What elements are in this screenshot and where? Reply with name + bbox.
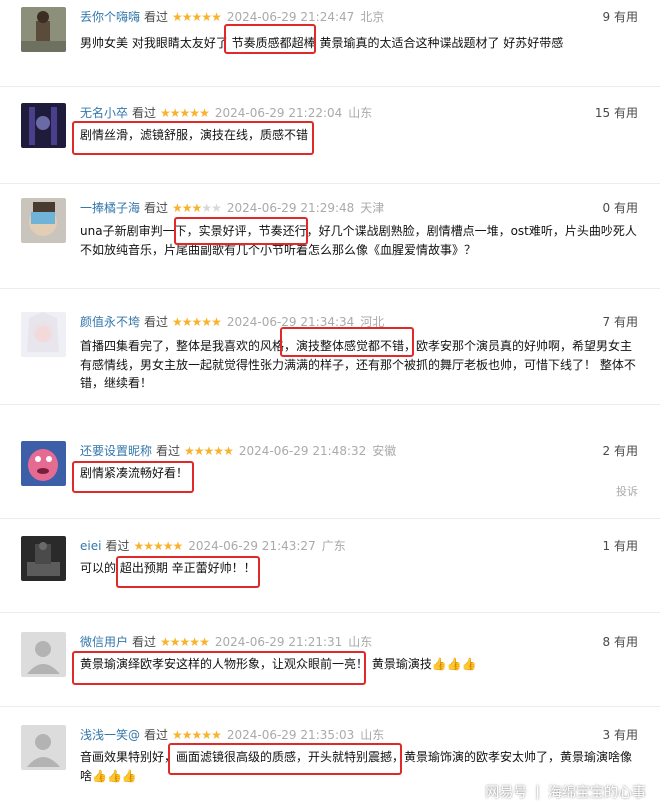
timestamp: 2024-06-29 21:43:27 xyxy=(188,539,316,553)
review-text: 首播四集看完了，整体是我喜欢的风格，演技整体感觉都不错，欧孝安那个演员真的好帅啊… xyxy=(80,339,636,390)
review-item: 一捧橘子海 看过 ★★★★★ 2024-06-29 21:29:48 天津 0 有用 u… xyxy=(0,198,660,278)
timestamp: 2024-06-29 21:35:03 xyxy=(226,728,355,742)
useful-vote-button[interactable]: 7 有用 xyxy=(603,312,638,332)
star-rating: ★★★★★ xyxy=(160,635,210,649)
useful-vote-button[interactable]: 15 有用 xyxy=(595,103,638,123)
watched-label: 看过 xyxy=(144,201,169,215)
review-text: 可以的 超出预期 辛正蕾好帅！！ xyxy=(80,561,256,575)
location: 天津 xyxy=(360,201,385,215)
avatar[interactable] xyxy=(21,312,66,357)
username-link[interactable]: 颜值永不垮 xyxy=(80,315,140,329)
review-item: 颜值永不垮 看过 ★★★★★ 2024-06-29 21:34:34 河北 7 有用 首… xyxy=(0,312,660,392)
avatar[interactable] xyxy=(21,103,66,148)
star-rating: ★★★★★ xyxy=(133,539,183,553)
timestamp: 2024-06-29 21:22:04 xyxy=(214,106,343,120)
useful-vote-button[interactable]: 8 有用 xyxy=(603,632,638,652)
avatar[interactable] xyxy=(21,725,66,770)
location: 山东 xyxy=(360,728,385,742)
username-link[interactable]: 一捧橘子海 xyxy=(80,201,140,215)
timestamp: 2024-06-29 21:24:47 xyxy=(226,10,355,24)
watched-label: 看过 xyxy=(156,444,181,458)
review-text: 男帅女美 对我眼睛太友好了 节奏质感都超棒 黄景瑜真的太适合这种谍战题材了 好苏… xyxy=(80,36,564,50)
useful-vote-button[interactable]: 2 有用 xyxy=(603,441,638,461)
avatar[interactable] xyxy=(21,632,66,677)
review-item: 微信用户 看过 ★★★★★ 2024-06-29 21:21:31 山东 8 有用 黄景… xyxy=(0,632,660,692)
divider xyxy=(0,404,660,405)
location: 山东 xyxy=(348,106,373,120)
watermark-author: 海绵宝宝的心事 xyxy=(548,785,646,801)
timestamp: 2024-06-29 21:29:48 xyxy=(226,201,355,215)
username-link[interactable]: 无名小卒 xyxy=(80,106,128,120)
watermark-separator: | xyxy=(535,784,540,800)
watched-label: 看过 xyxy=(132,635,157,649)
location: 广东 xyxy=(321,539,346,553)
avatar[interactable] xyxy=(21,441,66,486)
divider xyxy=(0,706,660,707)
useful-vote-button[interactable]: 0 有用 xyxy=(603,198,638,218)
watched-label: 看过 xyxy=(144,10,169,24)
review-text: una子新剧审判一下，实景好评，节奏还行，好几个谍战剧熟脸，剧情槽点一堆，ost… xyxy=(80,224,637,257)
star-rating: ★★★★★ xyxy=(184,444,234,458)
watched-label: 看过 xyxy=(144,315,169,329)
location: 北京 xyxy=(360,10,385,24)
avatar[interactable] xyxy=(21,198,66,243)
timestamp: 2024-06-29 21:48:32 xyxy=(238,444,367,458)
star-rating: ★★★★★ xyxy=(172,728,222,742)
username-link[interactable]: 丢你个嗨嗨 xyxy=(80,10,140,24)
location: 安徽 xyxy=(372,444,397,458)
star-rating: ★★★★★ xyxy=(160,106,210,120)
divider xyxy=(0,86,660,87)
username-link[interactable]: eiei xyxy=(80,539,101,553)
watermark: 网易号 | 海绵宝宝的心事 xyxy=(485,778,646,806)
watched-label: 看过 xyxy=(144,728,169,742)
review-item: eiei 看过 ★★★★★ 2024-06-29 21:43:27 广东 1 有用 可以… xyxy=(0,536,660,596)
avatar[interactable] xyxy=(21,536,66,581)
review-item: 还要设置昵称 看过 ★★★★★ 2024-06-29 21:48:32 安徽 2 有用 … xyxy=(0,441,660,501)
divider xyxy=(0,288,660,289)
review-text: 剧情紧凑流畅好看！ xyxy=(80,466,189,480)
star-rating: ★★★★★ xyxy=(172,201,222,215)
timestamp: 2024-06-29 21:21:31 xyxy=(214,635,343,649)
review-text: 黄景瑜演绎欧孝安这样的人物形象，让观众眼前一亮！ 黄景瑜演技👍👍👍 xyxy=(80,657,477,671)
review-text: 剧情丝滑，滤镜舒服，演技在线，质感不错 xyxy=(80,128,309,142)
timestamp: 2024-06-29 21:34:34 xyxy=(226,315,355,329)
report-link[interactable]: 投诉 xyxy=(616,483,638,499)
username-link[interactable]: 还要设置昵称 xyxy=(80,444,152,458)
location: 山东 xyxy=(348,635,373,649)
useful-vote-button[interactable]: 3 有用 xyxy=(603,725,638,745)
star-rating: ★★★★★ xyxy=(172,315,222,329)
useful-vote-button[interactable]: 1 有用 xyxy=(603,536,638,556)
watched-label: 看过 xyxy=(132,106,157,120)
username-link[interactable]: 微信用户 xyxy=(80,635,128,649)
username-link[interactable]: 浅浅一笑@ xyxy=(80,728,140,742)
review-item: 无名小卒 看过 ★★★★★ 2024-06-29 21:22:04 山东 15 有用 剧… xyxy=(0,103,660,163)
avatar[interactable] xyxy=(21,7,66,52)
divider xyxy=(0,183,660,184)
review-item: 丢你个嗨嗨 看过 ★★★★★ 2024-06-29 21:24:47 北京 9 有用 男… xyxy=(0,7,660,67)
divider xyxy=(0,518,660,519)
watermark-logo: 网易号 xyxy=(485,785,528,801)
watched-label: 看过 xyxy=(105,539,130,553)
divider xyxy=(0,612,660,613)
location: 河北 xyxy=(360,315,385,329)
star-rating: ★★★★★ xyxy=(172,10,222,24)
useful-vote-button[interactable]: 9 有用 xyxy=(603,7,638,27)
